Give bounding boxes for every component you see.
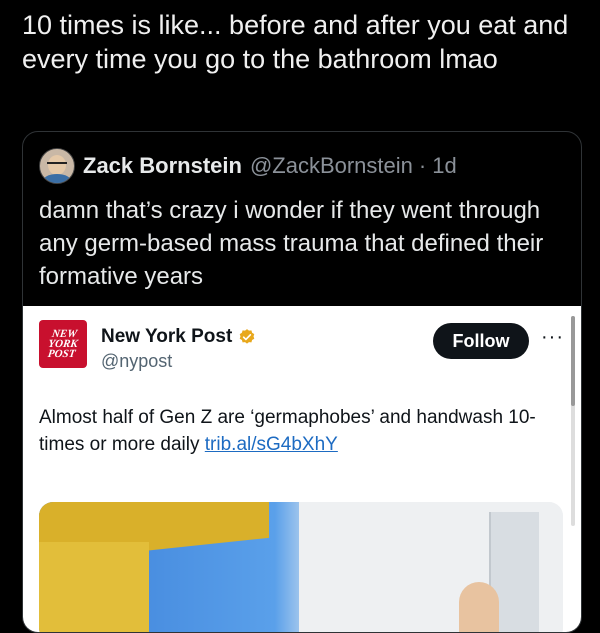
embedded-author-name[interactable]: New York Post: [101, 326, 232, 348]
embedded-tweet-text: Almost half of Gen Z are ‘germaphobes’ a…: [39, 404, 549, 458]
follow-button[interactable]: Follow: [433, 323, 529, 359]
article-image[interactable]: [39, 502, 563, 632]
tweet-text: 10 times is like... before and after you…: [22, 10, 569, 74]
quoted-author-handle[interactable]: @ZackBornstein: [250, 153, 413, 179]
more-options-icon[interactable]: ···: [541, 326, 564, 349]
embedded-author-handle[interactable]: @nypost: [101, 351, 172, 372]
embedded-tweet[interactable]: NEW YORK POST New York Post @nypost Foll…: [23, 306, 581, 632]
nypost-logo-icon[interactable]: NEW YORK POST: [39, 320, 87, 368]
nypost-logo-text: NEW YORK POST: [47, 328, 79, 360]
embedded-author-row: New York Post: [101, 326, 256, 348]
scrollbar-thumb[interactable]: [571, 316, 575, 406]
quoted-timestamp[interactable]: 1d: [432, 153, 456, 179]
quoted-tweet-text: damn that’s crazy i wonder if they went …: [39, 197, 544, 290]
separator-dot: ·: [418, 153, 427, 178]
quoted-tweet-header: Zack Bornstein @ZackBornstein · 1d: [39, 146, 457, 186]
article-link[interactable]: trib.al/sG4bXhY: [205, 434, 338, 455]
avatar[interactable]: [39, 148, 75, 184]
quoted-author-name[interactable]: Zack Bornstein: [83, 153, 242, 179]
quoted-tweet-card[interactable]: Zack Bornstein @ZackBornstein · 1d damn …: [22, 131, 582, 633]
verified-badge-icon: [240, 329, 255, 344]
